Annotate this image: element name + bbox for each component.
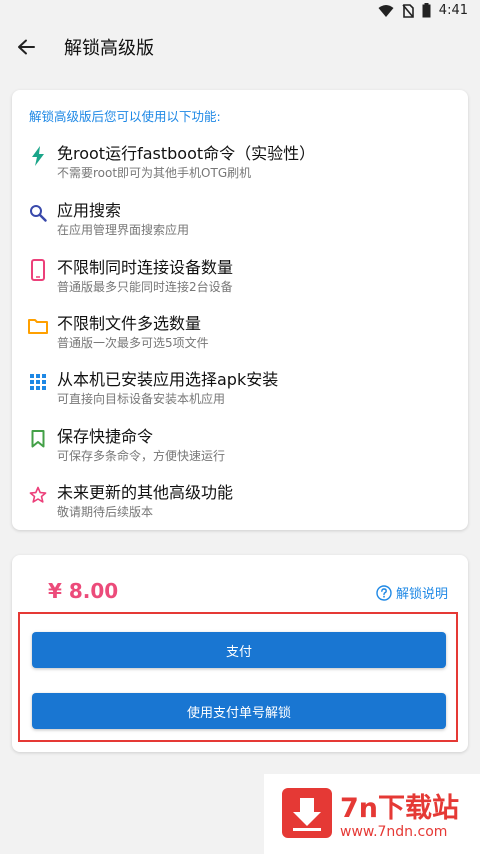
pay-button[interactable]: 支付: [32, 632, 446, 668]
feature-app-search: 应用搜索 在应用管理界面搜索应用: [12, 197, 468, 247]
features-card: 解锁高级版后您可以使用以下功能: 免root运行fastboot命令（实验性） …: [12, 90, 468, 530]
unlock-help-label: 解锁说明: [395, 587, 448, 602]
grid-icon: [28, 372, 48, 392]
no-sim-icon: [402, 3, 414, 18]
folder-icon: [28, 316, 48, 336]
feature-title: 从本机已安装应用选择apk安装: [57, 370, 279, 389]
status-time: 4:41: [438, 3, 468, 18]
watermark-title: 7n下载站: [340, 793, 460, 824]
feature-desc: 可保存多条命令，方便快速运行: [57, 449, 226, 463]
feature-title: 不限制文件多选数量: [57, 314, 202, 333]
feature-desc: 普通版一次最多可选5项文件: [57, 336, 209, 350]
status-bar: 4:41: [0, 0, 480, 24]
feature-title: 不限制同时连接设备数量: [57, 258, 234, 277]
bookmark-icon: [28, 429, 48, 449]
feature-file-multi-select: 不限制文件多选数量 普通版一次最多可选5项文件: [12, 310, 468, 360]
feature-title: 免root运行fastboot命令（实验性）: [57, 144, 316, 163]
wifi-icon: [378, 4, 394, 17]
price-label: ¥ 8.00: [48, 579, 119, 603]
feature-title: 保存快捷命令: [57, 427, 154, 446]
site-watermark: 7n下载站 www.7ndn.com: [264, 774, 480, 854]
unlock-help-link[interactable]: 解锁说明: [376, 583, 448, 602]
watermark-url: www.7ndn.com: [340, 824, 448, 840]
purchase-card: ¥ 8.00 解锁说明 支付 使用支付单号解锁: [12, 555, 468, 752]
feature-desc: 不需要root即可为其他手机OTG刷机: [57, 166, 252, 180]
feature-future-updates: 未来更新的其他高级功能 敬请期待后续版本: [12, 479, 468, 529]
feature-title: 未来更新的其他高级功能: [57, 483, 234, 502]
feature-title: 应用搜索: [57, 201, 122, 220]
back-button[interactable]: [2, 24, 50, 70]
feature-save-commands: 保存快捷命令 可保存多条命令，方便快速运行: [12, 423, 468, 473]
lightning-icon: [28, 146, 48, 166]
feature-fastboot: 免root运行fastboot命令（实验性） 不需要root即可为其他手机OTG…: [12, 140, 468, 190]
star-icon: [28, 485, 48, 505]
back-arrow-icon: [18, 39, 35, 55]
feature-desc: 可直接向目标设备安装本机应用: [57, 392, 226, 406]
unlock-with-order-button[interactable]: 使用支付单号解锁: [32, 693, 446, 729]
status-icons: 4:41: [378, 3, 468, 18]
feature-desc: 在应用管理界面搜索应用: [57, 223, 190, 237]
feature-device-limit: 不限制同时连接设备数量 普通版最多只能同时连接2台设备: [12, 254, 468, 304]
search-icon: [28, 203, 48, 223]
phone-icon: [28, 259, 48, 281]
features-intro: 解锁高级版后您可以使用以下功能:: [29, 109, 221, 124]
feature-desc: 敬请期待后续版本: [57, 505, 154, 519]
page-title: 解锁高级版: [64, 38, 154, 59]
battery-icon: [422, 3, 431, 18]
feature-install-apk: 从本机已安装应用选择apk安装 可直接向目标设备安装本机应用: [12, 366, 468, 416]
help-circle-icon: [376, 584, 392, 601]
download-logo-icon: [282, 788, 332, 838]
app-bar: 解锁高级版: [0, 24, 480, 70]
feature-desc: 普通版最多只能同时连接2台设备: [57, 280, 233, 294]
